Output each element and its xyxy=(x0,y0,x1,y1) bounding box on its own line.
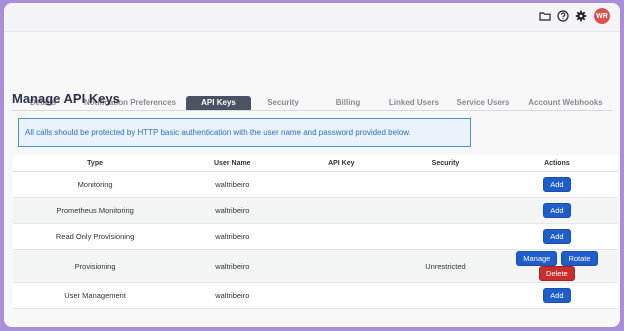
table-row: Read Only Provisioning waltribeiro Add xyxy=(13,223,618,250)
column-header-security: Security xyxy=(395,155,496,172)
add-button[interactable]: Add xyxy=(543,288,571,303)
column-header-api-key: API Key xyxy=(287,155,396,172)
cell-security xyxy=(395,171,496,198)
cell-api-key xyxy=(287,249,396,283)
cell-security xyxy=(395,223,496,250)
cell-api-key xyxy=(287,282,396,309)
delete-button[interactable]: Delete xyxy=(539,266,575,281)
column-header-user-name: User Name xyxy=(177,155,288,172)
cell-actions: Add xyxy=(495,171,618,198)
cell-actions: Add xyxy=(495,282,618,309)
user-avatar[interactable]: WR xyxy=(594,8,610,24)
tab-service-users[interactable]: Service Users xyxy=(447,96,519,110)
tab-account-webhooks[interactable]: Account Webhooks xyxy=(519,96,612,110)
app-window: WR Details Notification Preferences API … xyxy=(4,3,620,327)
cell-api-key xyxy=(287,197,396,224)
cell-user-name: waltribeiro xyxy=(177,197,288,224)
column-header-actions: Actions xyxy=(495,155,618,172)
table-row: Monitoring waltribeiro Add xyxy=(13,171,618,198)
cell-user-name: waltribeiro xyxy=(177,171,288,198)
cell-actions: Add xyxy=(495,197,618,224)
column-header-type: Type xyxy=(13,155,178,172)
cell-api-key xyxy=(287,171,396,198)
add-button[interactable]: Add xyxy=(543,177,571,192)
cell-actions: Add xyxy=(495,223,618,250)
tab-linked-users[interactable]: Linked Users xyxy=(381,96,447,110)
folder-icon[interactable] xyxy=(538,9,552,23)
cell-type: Prometheus Monitoring xyxy=(13,197,178,224)
add-button[interactable]: Add xyxy=(543,229,571,244)
cell-type: Read Only Provisioning xyxy=(13,223,178,250)
info-notice: All calls should be protected by HTTP ba… xyxy=(18,118,471,147)
tab-billing[interactable]: Billing xyxy=(315,96,381,110)
tab-security[interactable]: Security xyxy=(251,96,315,110)
table-row: Provisioning waltribeiro Unrestricted Ma… xyxy=(13,249,618,283)
page-title: Manage API Keys xyxy=(12,91,120,106)
cell-security xyxy=(395,197,496,224)
gear-icon[interactable] xyxy=(574,9,588,23)
rotate-button[interactable]: Rotate xyxy=(561,251,598,266)
table-row: User Management waltribeiro Add xyxy=(13,282,618,309)
top-bar: WR xyxy=(4,3,620,32)
cell-actions: Manage Rotate Delete xyxy=(495,249,618,283)
cell-type: Monitoring xyxy=(13,171,178,198)
manage-button[interactable]: Manage xyxy=(516,251,558,266)
cell-type: Provisioning xyxy=(13,249,178,283)
add-button[interactable]: Add xyxy=(543,203,571,218)
api-keys-table: Type User Name API Key Security Actions … xyxy=(13,155,618,309)
table-header-row: Type User Name API Key Security Actions xyxy=(13,155,618,172)
cell-security: Unrestricted xyxy=(395,249,496,283)
cell-user-name: waltribeiro xyxy=(177,223,288,250)
cell-user-name: waltribeiro xyxy=(177,249,288,283)
top-actions: WR xyxy=(538,8,610,24)
cell-security xyxy=(395,282,496,309)
cell-type: User Management xyxy=(13,282,178,309)
cell-user-name: waltribeiro xyxy=(177,282,288,309)
cell-api-key xyxy=(287,223,396,250)
tab-api-keys[interactable]: API Keys xyxy=(186,96,251,110)
help-icon[interactable] xyxy=(556,9,570,23)
table-row: Prometheus Monitoring waltribeiro Add xyxy=(13,197,618,224)
